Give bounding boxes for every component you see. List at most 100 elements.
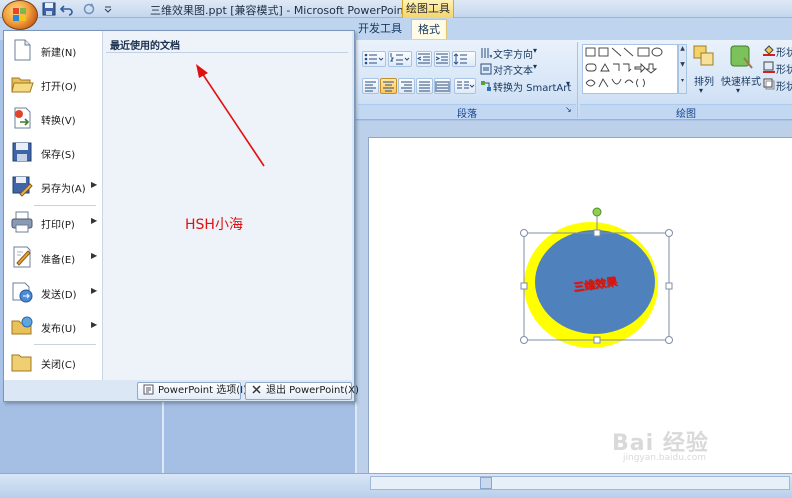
columns-button[interactable] bbox=[454, 78, 476, 94]
text-direction-icon bbox=[481, 48, 492, 59]
align-text-button[interactable]: 对齐文本 bbox=[493, 62, 533, 77]
arrange-button[interactable]: 排列 bbox=[694, 73, 714, 88]
shape-fill-button[interactable]: 形状 bbox=[776, 44, 792, 59]
drawing-tools-context-label: 绘图工具 bbox=[402, 0, 454, 18]
open-folder-icon bbox=[11, 77, 34, 93]
menu-item-save-as[interactable]: 另存为(A) ▶ bbox=[8, 169, 100, 203]
justify-button[interactable] bbox=[416, 78, 433, 94]
menu-item-prepare[interactable]: 准备(E) ▶ bbox=[8, 240, 100, 274]
qat-undo-icon[interactable] bbox=[60, 2, 74, 16]
recent-documents-title: 最近使用的文档 bbox=[110, 41, 180, 52]
align-left-icon bbox=[365, 81, 376, 92]
submenu-arrow-icon: ▶ bbox=[91, 216, 98, 225]
align-right-icon bbox=[401, 81, 412, 92]
new-document-icon bbox=[14, 39, 31, 61]
submenu-arrow-icon: ▶ bbox=[91, 180, 98, 189]
divider bbox=[106, 52, 348, 53]
shape-effects-icon bbox=[763, 78, 775, 90]
qat-save-icon[interactable] bbox=[42, 2, 56, 16]
chevron-up-icon: ▲ bbox=[680, 45, 685, 52]
shapes-gallery[interactable] bbox=[582, 44, 678, 94]
qat-customize-icon[interactable] bbox=[104, 5, 112, 13]
publish-icon bbox=[11, 316, 33, 335]
save-as-icon bbox=[12, 176, 33, 197]
bullets-button[interactable] bbox=[362, 51, 386, 67]
qat-redo-icon[interactable] bbox=[82, 2, 96, 16]
align-center-icon bbox=[383, 81, 394, 92]
shape-effects-button[interactable]: 形状 bbox=[776, 78, 792, 93]
annotation-text: HSH小海 bbox=[185, 217, 243, 233]
close-folder-icon bbox=[11, 354, 32, 372]
numbering-button[interactable] bbox=[388, 51, 412, 67]
shape-outline-button[interactable]: 形状 bbox=[776, 61, 792, 76]
distributed-button[interactable] bbox=[434, 78, 451, 94]
tab-developer[interactable]: 开发工具 bbox=[352, 19, 408, 39]
chevron-down-icon: ▾ bbox=[699, 86, 704, 95]
group-separator bbox=[577, 42, 578, 118]
menu-item-open[interactable]: 打开(O) bbox=[8, 67, 100, 101]
align-center-button[interactable] bbox=[380, 78, 397, 94]
dialog-launcher-icon[interactable]: ↘ bbox=[565, 105, 572, 114]
chevron-down-icon: ▾ bbox=[566, 79, 571, 88]
line-spacing-button[interactable] bbox=[452, 51, 476, 67]
slides-pane bbox=[0, 402, 356, 473]
red-annotation-arrow bbox=[196, 64, 265, 167]
numbering-icon bbox=[390, 53, 410, 65]
submenu-arrow-icon: ▶ bbox=[91, 320, 98, 329]
submenu-arrow-icon: ▶ bbox=[91, 251, 98, 260]
menu-item-close[interactable]: 关闭(C) bbox=[8, 345, 100, 379]
shape-fill-icon bbox=[763, 45, 775, 56]
gallery-scroll[interactable]: ▲ ▼ ▾ bbox=[678, 44, 687, 94]
save-icon bbox=[12, 142, 32, 162]
office-logo-icon bbox=[13, 8, 26, 21]
exit-powerpoint-button[interactable]: 退出 PowerPoint(X) bbox=[245, 382, 359, 400]
office-button[interactable] bbox=[2, 0, 38, 30]
quick-styles-icon bbox=[730, 45, 753, 69]
increase-indent-button[interactable] bbox=[434, 51, 450, 67]
align-left-button[interactable] bbox=[362, 78, 379, 94]
quick-styles-button[interactable]: 快速样式 bbox=[721, 73, 761, 88]
menu-item-print[interactable]: 打印(P) ▶ bbox=[8, 205, 100, 239]
align-text-icon bbox=[480, 63, 492, 75]
horizontal-scrollbar[interactable] bbox=[370, 476, 790, 490]
convert-smartart-button[interactable]: 转换为 SmartArt bbox=[493, 79, 571, 94]
columns-icon bbox=[457, 81, 475, 89]
text-direction-button[interactable]: 文字方向 bbox=[493, 46, 533, 61]
menu-item-save[interactable]: 保存(S) bbox=[8, 135, 100, 169]
drawing-group-label: 绘图 bbox=[580, 104, 792, 120]
pane-divider bbox=[355, 402, 357, 473]
prepare-icon bbox=[13, 246, 31, 268]
print-icon bbox=[11, 211, 33, 233]
powerpoint-options-button[interactable]: PowerPoint 选项(I) bbox=[137, 382, 247, 400]
menu-item-send[interactable]: 发送(D) ▶ bbox=[8, 275, 100, 309]
chevron-down-icon: ▾ bbox=[533, 62, 538, 71]
decrease-indent-icon bbox=[416, 53, 430, 64]
chevron-down-icon: ▼ bbox=[680, 61, 685, 68]
gallery-more-icon: ▾ bbox=[680, 77, 684, 84]
paragraph-group-label: 段落 bbox=[358, 104, 576, 120]
line-spacing-icon bbox=[453, 53, 467, 65]
options-icon bbox=[143, 384, 154, 395]
window-title: 三维效果图.ppt [兼容模式] - Microsoft PowerPoint bbox=[150, 4, 408, 17]
chevron-down-icon: ▾ bbox=[736, 86, 741, 95]
tab-format[interactable]: 格式 bbox=[411, 19, 447, 39]
arrange-icon bbox=[693, 45, 714, 66]
increase-indent-icon bbox=[435, 53, 448, 64]
baidu-watermark-url: jingyan.baidu.com bbox=[623, 453, 707, 463]
bullets-icon bbox=[364, 53, 384, 65]
send-icon bbox=[12, 282, 33, 303]
menu-item-convert[interactable]: 转换(V) bbox=[8, 101, 100, 135]
scrollbar-thumb[interactable] bbox=[480, 477, 492, 489]
distributed-icon bbox=[435, 81, 450, 92]
shape-outline-icon bbox=[763, 61, 775, 73]
justify-icon bbox=[419, 81, 430, 92]
decrease-indent-button[interactable] bbox=[416, 51, 432, 67]
chevron-down-icon: ▾ bbox=[533, 46, 538, 55]
align-right-button[interactable] bbox=[398, 78, 415, 94]
pane-divider bbox=[162, 402, 164, 473]
submenu-arrow-icon: ▶ bbox=[91, 286, 98, 295]
close-icon bbox=[252, 385, 261, 394]
menu-item-publish[interactable]: 发布(U) ▶ bbox=[8, 309, 100, 343]
menu-item-new[interactable]: 新建(N) bbox=[8, 33, 100, 67]
convert-icon bbox=[14, 107, 31, 129]
